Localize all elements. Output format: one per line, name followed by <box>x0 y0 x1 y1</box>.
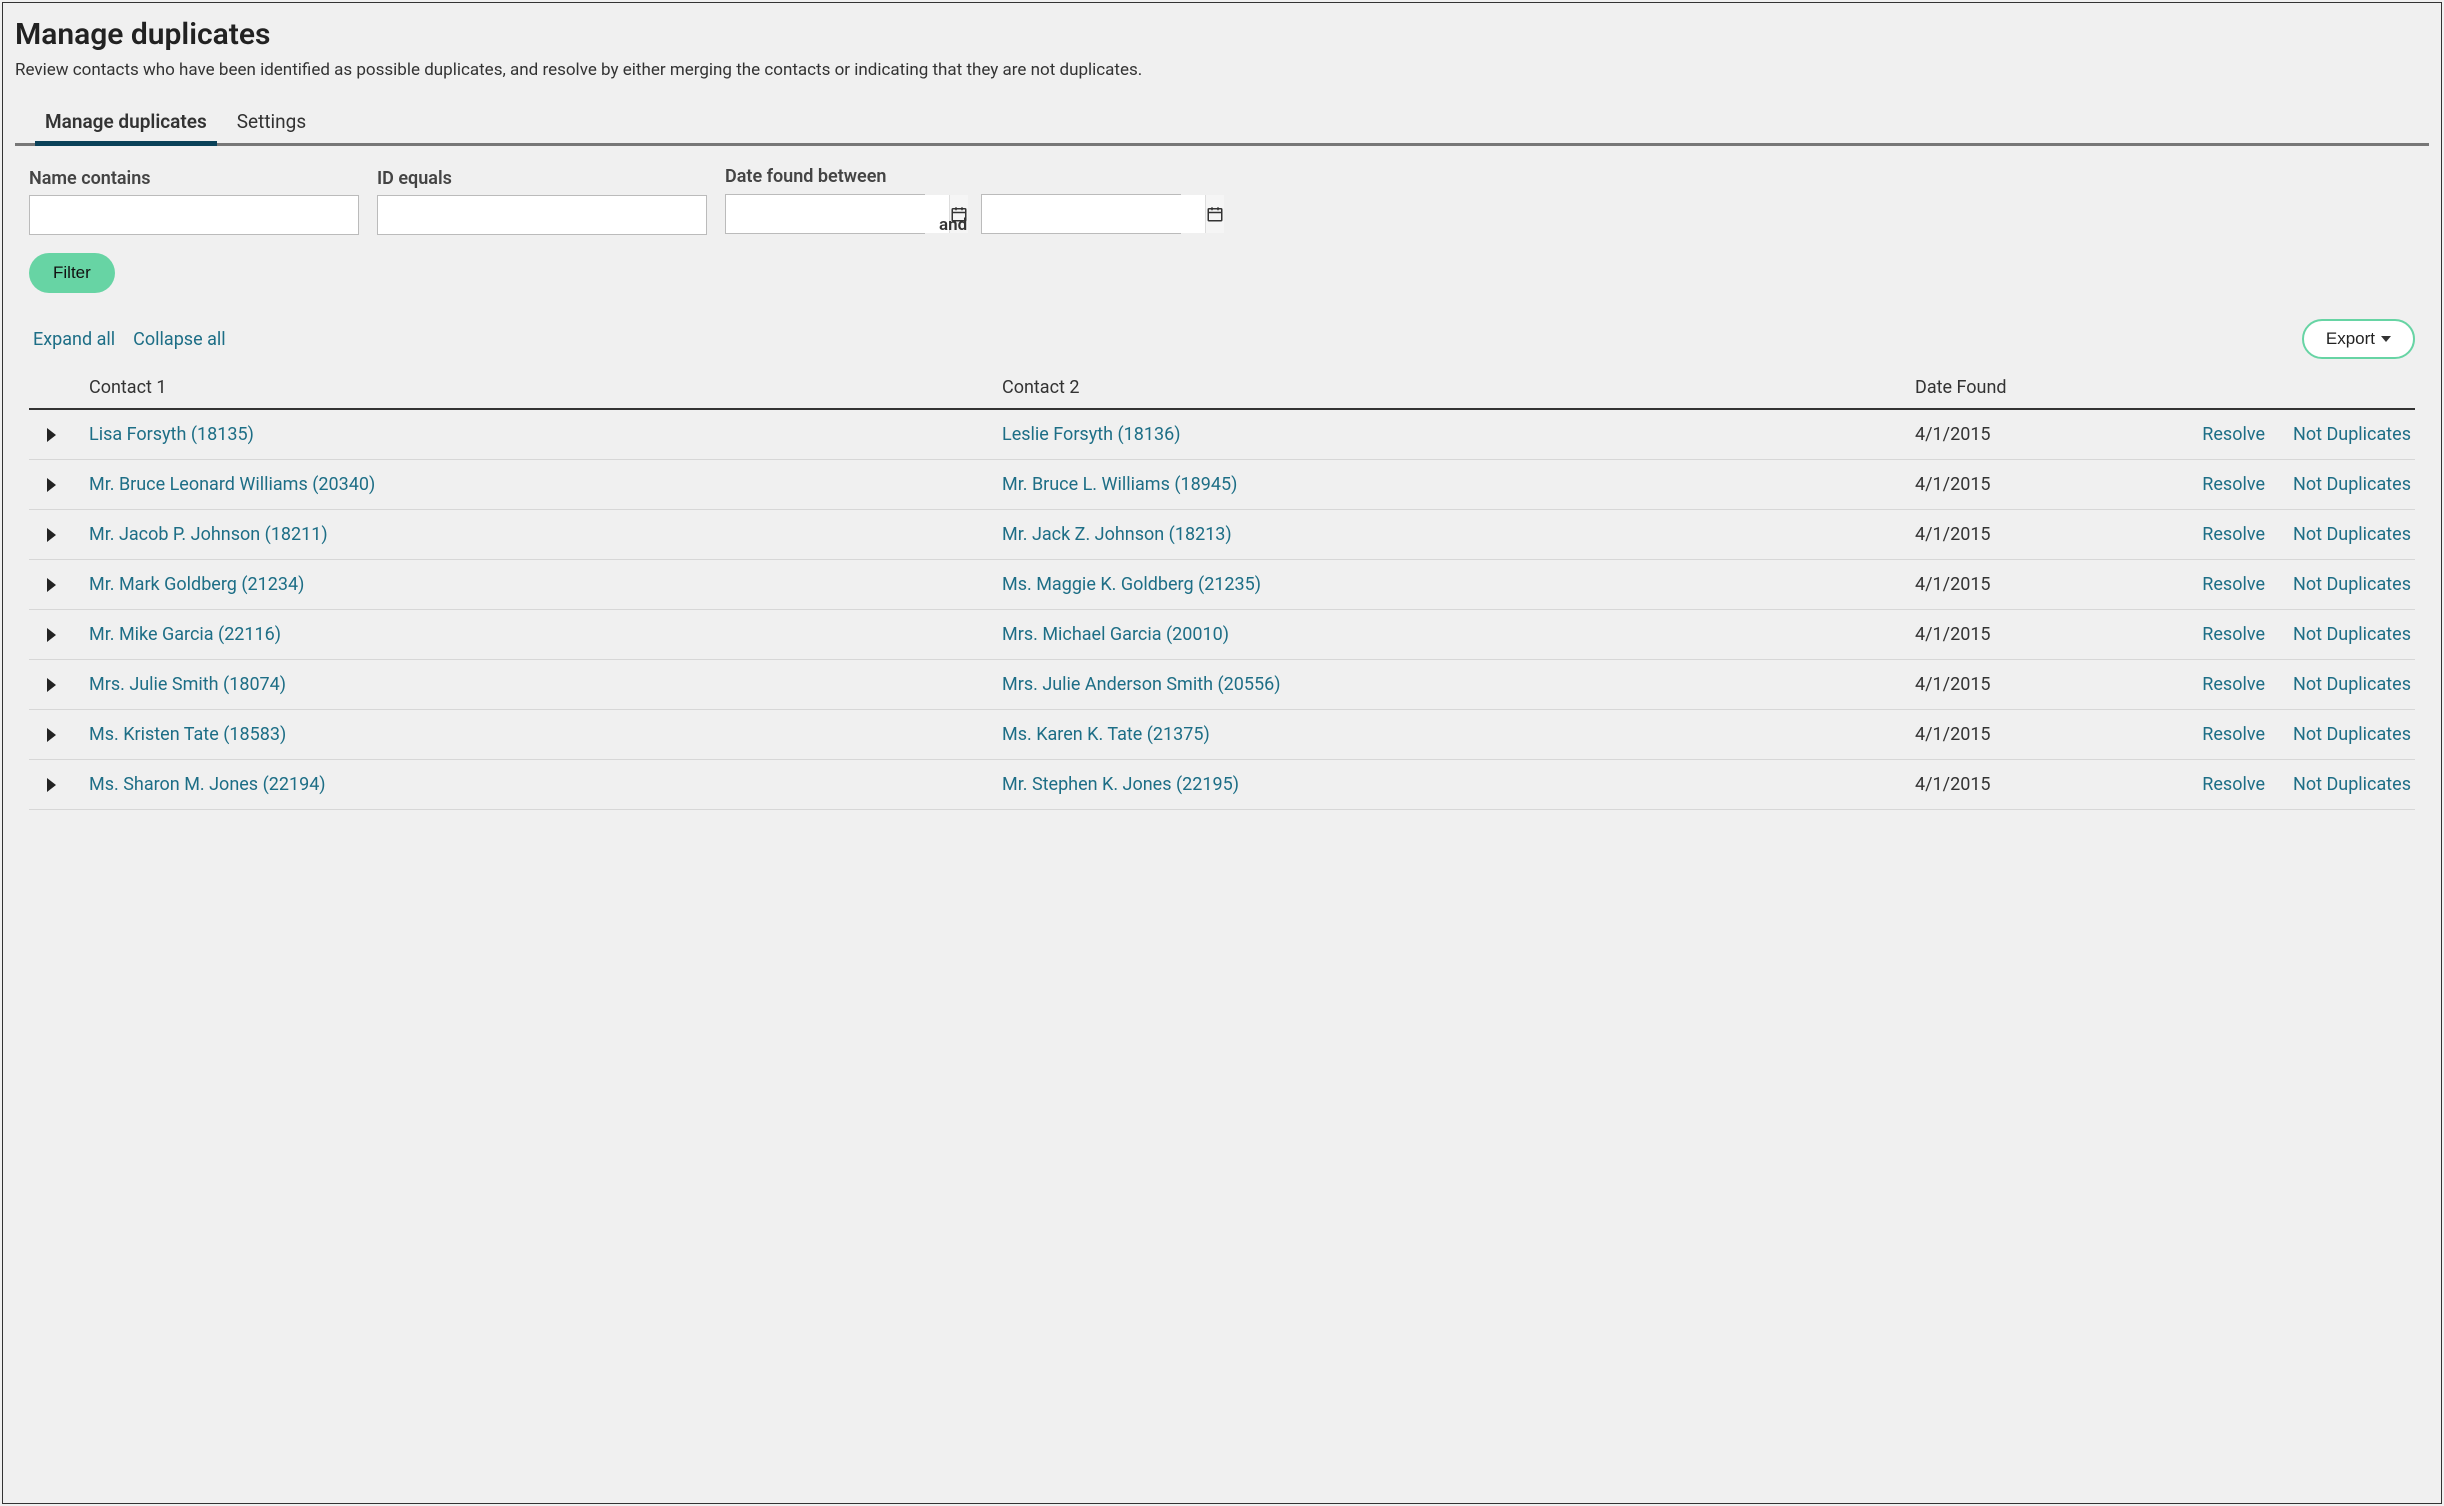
contact1-link[interactable]: Mr. Mark Goldberg (21234) <box>89 574 304 595</box>
date-found-value: 4/1/2015 <box>1915 574 2195 595</box>
table-row: Mr. Bruce Leonard Williams (20340) Mr. Br… <box>29 460 2415 510</box>
col-contact2: Contact 2 <box>1002 377 1915 398</box>
page-subtitle: Review contacts who have been identified… <box>15 60 2429 80</box>
expand-row-icon[interactable] <box>47 428 56 442</box>
contact2-link[interactable]: Ms. Maggie K. Goldberg (21235) <box>1002 574 1261 595</box>
resolve-link[interactable]: Resolve <box>2202 424 2265 445</box>
contact2-link[interactable]: Mr. Jack Z. Johnson (18213) <box>1002 524 1232 545</box>
date-found-label: Date found between <box>725 166 1181 187</box>
date-found-value: 4/1/2015 <box>1915 724 2195 745</box>
chevron-down-icon <box>2381 336 2391 342</box>
date-from-input[interactable] <box>726 195 949 233</box>
contact1-link[interactable]: Mrs. Julie Smith (18074) <box>89 674 286 695</box>
tab-settings[interactable]: Settings <box>237 102 306 143</box>
resolve-link[interactable]: Resolve <box>2202 774 2265 795</box>
filter-button[interactable]: Filter <box>29 253 115 293</box>
resolve-link[interactable]: Resolve <box>2202 674 2265 695</box>
contact2-link[interactable]: Leslie Forsyth (18136) <box>1002 424 1181 445</box>
contact2-link[interactable]: Mr. Bruce L. Williams (18945) <box>1002 474 1237 495</box>
id-equals-label: ID equals <box>377 168 707 189</box>
expand-row-icon[interactable] <box>47 778 56 792</box>
collapse-all-link[interactable]: Collapse all <box>133 329 225 350</box>
resolve-link[interactable]: Resolve <box>2202 724 2265 745</box>
contact1-link[interactable]: Ms. Kristen Tate (18583) <box>89 724 286 745</box>
table-header: Contact 1 Contact 2 Date Found <box>29 367 2415 410</box>
filter-area: Name contains ID equals Date found betwe… <box>15 146 2429 303</box>
table-row: Ms. Kristen Tate (18583) Ms. Karen K. Tat… <box>29 710 2415 760</box>
contact2-link[interactable]: Mrs. Michael Garcia (20010) <box>1002 624 1229 645</box>
id-equals-input[interactable] <box>377 195 707 235</box>
expand-row-icon[interactable] <box>47 678 56 692</box>
date-found-value: 4/1/2015 <box>1915 424 2195 445</box>
resolve-link[interactable]: Resolve <box>2202 624 2265 645</box>
expand-row-icon[interactable] <box>47 478 56 492</box>
table-row: Mrs. Julie Smith (18074) Mrs. Julie Ander… <box>29 660 2415 710</box>
resolve-link[interactable]: Resolve <box>2202 574 2265 595</box>
name-contains-label: Name contains <box>29 168 359 189</box>
resolve-link[interactable]: Resolve <box>2202 524 2265 545</box>
date-from-field[interactable] <box>725 194 925 234</box>
not-duplicates-link[interactable]: Not Duplicates <box>2293 574 2411 595</box>
not-duplicates-link[interactable]: Not Duplicates <box>2293 724 2411 745</box>
col-contact1: Contact 1 <box>89 377 1002 398</box>
date-and-label: and <box>939 215 967 235</box>
table-row: Mr. Mark Goldberg (21234) Ms. Maggie K. G… <box>29 560 2415 610</box>
date-found-value: 4/1/2015 <box>1915 674 2195 695</box>
table-row: Lisa Forsyth (18135) Leslie Forsyth (1813… <box>29 410 2415 460</box>
app-frame: Manage duplicates Review contacts who ha… <box>2 2 2442 1504</box>
not-duplicates-link[interactable]: Not Duplicates <box>2293 524 2411 545</box>
page-title: Manage duplicates <box>15 17 2429 52</box>
expand-row-icon[interactable] <box>47 628 56 642</box>
not-duplicates-link[interactable]: Not Duplicates <box>2293 774 2411 795</box>
tab-manage-duplicates[interactable]: Manage duplicates <box>45 102 207 143</box>
date-found-value: 4/1/2015 <box>1915 474 2195 495</box>
date-found-value: 4/1/2015 <box>1915 624 2195 645</box>
contact2-link[interactable]: Ms. Karen K. Tate (21375) <box>1002 724 1210 745</box>
contact1-link[interactable]: Mr. Mike Garcia (22116) <box>89 624 281 645</box>
col-date-found: Date Found <box>1915 377 2195 398</box>
date-found-value: 4/1/2015 <box>1915 524 2195 545</box>
toolbar: Expand all Collapse all Export <box>15 303 2429 367</box>
expand-row-icon[interactable] <box>47 728 56 742</box>
not-duplicates-link[interactable]: Not Duplicates <box>2293 424 2411 445</box>
contact2-link[interactable]: Mr. Stephen K. Jones (22195) <box>1002 774 1239 795</box>
contact1-link[interactable]: Ms. Sharon M. Jones (22194) <box>89 774 326 795</box>
export-label: Export <box>2326 329 2375 349</box>
date-to-input[interactable] <box>982 195 1205 233</box>
date-to-field[interactable] <box>981 194 1181 234</box>
expand-row-icon[interactable] <box>47 528 56 542</box>
table-row: Ms. Sharon M. Jones (22194) Mr. Stephen K… <box>29 760 2415 810</box>
not-duplicates-link[interactable]: Not Duplicates <box>2293 474 2411 495</box>
expand-row-icon[interactable] <box>47 578 56 592</box>
export-button[interactable]: Export <box>2302 319 2415 359</box>
table-row: Mr. Mike Garcia (22116) Mrs. Michael Garc… <box>29 610 2415 660</box>
calendar-icon[interactable] <box>1205 195 1224 233</box>
name-contains-input[interactable] <box>29 195 359 235</box>
contact2-link[interactable]: Mrs. Julie Anderson Smith (20556) <box>1002 674 1281 695</box>
date-found-value: 4/1/2015 <box>1915 774 2195 795</box>
tabs: Manage duplicates Settings <box>15 102 2429 146</box>
not-duplicates-link[interactable]: Not Duplicates <box>2293 624 2411 645</box>
expand-all-link[interactable]: Expand all <box>33 329 115 350</box>
duplicates-table: Contact 1 Contact 2 Date Found Lisa Fors… <box>15 367 2429 810</box>
not-duplicates-link[interactable]: Not Duplicates <box>2293 674 2411 695</box>
table-row: Mr. Jacob P. Johnson (18211) Mr. Jack Z. … <box>29 510 2415 560</box>
contact1-link[interactable]: Mr. Jacob P. Johnson (18211) <box>89 524 328 545</box>
contact1-link[interactable]: Mr. Bruce Leonard Williams (20340) <box>89 474 375 495</box>
contact1-link[interactable]: Lisa Forsyth (18135) <box>89 424 254 445</box>
resolve-link[interactable]: Resolve <box>2202 474 2265 495</box>
